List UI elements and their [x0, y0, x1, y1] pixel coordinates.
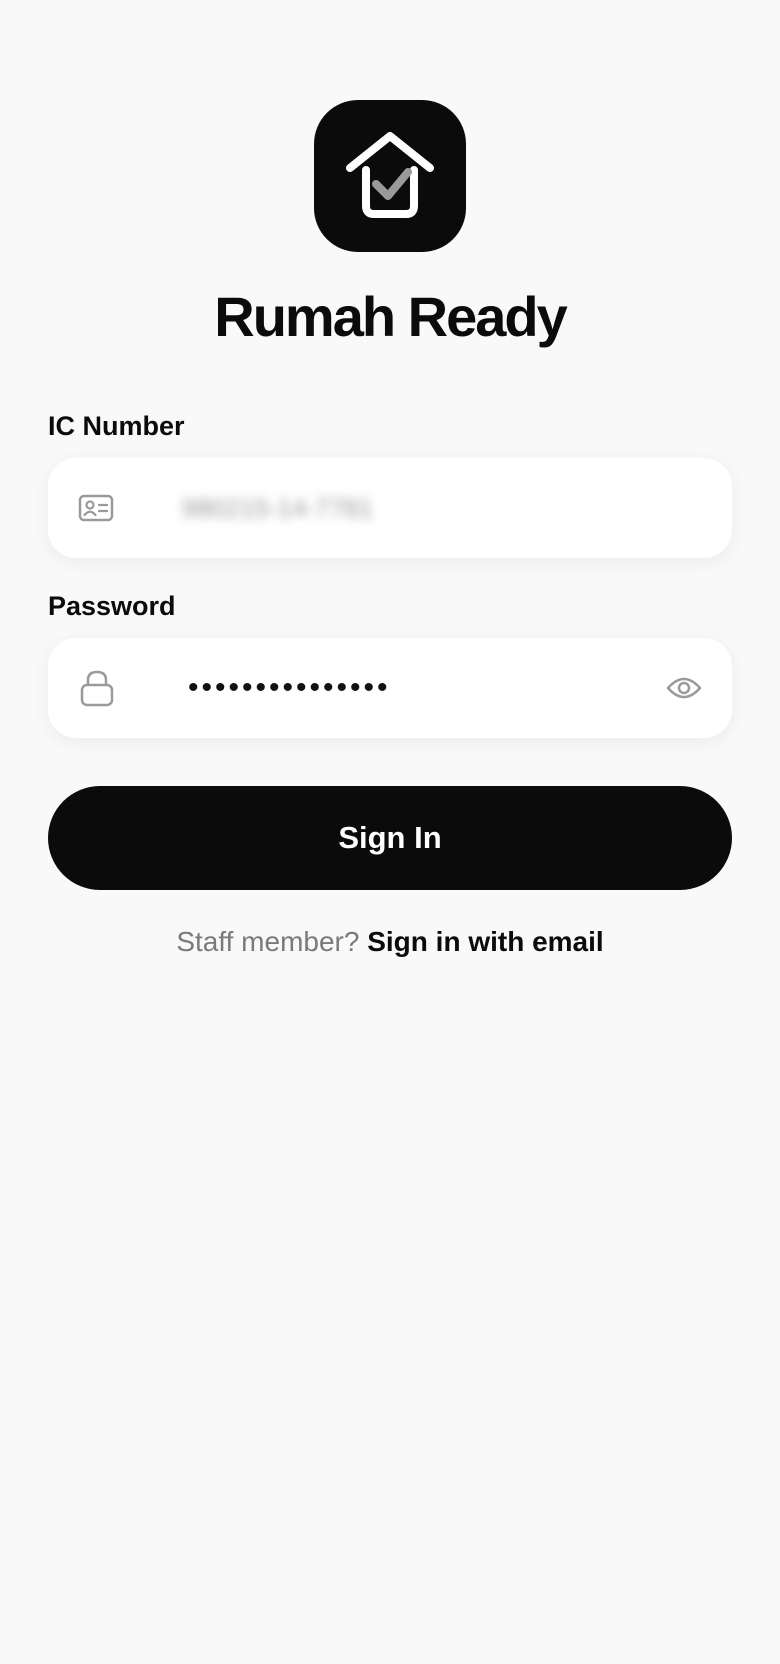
password-field[interactable]: ••••••••••••••• [48, 638, 732, 738]
id-card-icon [78, 494, 114, 522]
ic-number-value[interactable]: 980215-14-7781 [182, 492, 373, 524]
ic-number-field[interactable]: 980215-14-7781 [48, 458, 732, 558]
password-label: Password [48, 591, 176, 621]
eye-icon[interactable] [666, 675, 702, 701]
lock-icon [80, 669, 114, 707]
password-value[interactable]: ••••••••••••••• [188, 668, 391, 708]
staff-prompt: Staff member? [176, 926, 360, 957]
app-title: Rumah Ready [214, 285, 567, 348]
staff-signin-line: Staff member? Sign in with email [0, 924, 780, 960]
sign-in-button[interactable]: Sign In [48, 786, 732, 890]
sign-in-with-email-link[interactable]: Sign in with email [367, 926, 603, 957]
house-check-icon [346, 132, 434, 218]
ic-number-label: IC Number [48, 411, 185, 441]
app-logo [314, 100, 466, 252]
